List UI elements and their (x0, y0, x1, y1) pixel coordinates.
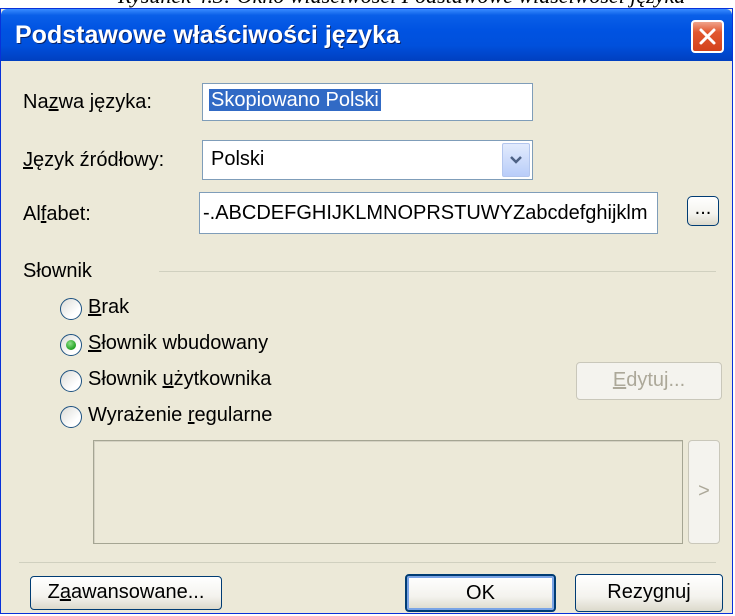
radio-none[interactable] (60, 298, 82, 320)
close-icon (699, 28, 716, 45)
edit-button[interactable]: Edytuj... (576, 362, 722, 400)
alphabet-browse-button[interactable]: ... (687, 196, 719, 226)
title-bar[interactable]: Podstawowe właściwości języka (1, 9, 732, 61)
radio-regular-expression[interactable] (60, 406, 82, 428)
radio-regular-expression-label[interactable]: Wyrażenie regularne (88, 404, 272, 427)
radio-selected-dot (66, 340, 76, 350)
language-name-value: Skopiowano Polski (209, 89, 381, 111)
radio-built-in-dictionary[interactable] (60, 334, 82, 356)
alphabet-input[interactable]: -.ABCDEFGHIJKLMNOPRSTUWYZabcdefghijklm (199, 192, 658, 234)
radio-built-in-dictionary-label[interactable]: Słownik wbudowany (88, 332, 268, 355)
language-name-input[interactable]: Skopiowano Polski (202, 83, 533, 121)
source-language-value: Polski (211, 148, 265, 170)
window-title: Podstawowe właściwości języka (15, 21, 400, 49)
alphabet-label: Alfabet: (23, 203, 91, 225)
dropdown-button[interactable] (502, 143, 530, 177)
insert-arrow-button[interactable]: > (688, 440, 720, 544)
close-button[interactable] (691, 20, 724, 53)
source-language-label: Język źródłowy: (23, 149, 165, 171)
radio-user-dictionary[interactable] (60, 370, 82, 392)
advanced-button[interactable]: Zaawansowane... (30, 576, 222, 610)
alphabet-value: -.ABCDEFGHIJKLMNOPRSTUWYZabcdefghijklm (203, 202, 648, 224)
dictionary-group-label: Słownik (23, 260, 92, 282)
chevron-down-icon (510, 156, 522, 164)
radio-user-dictionary-label[interactable]: Słownik użytkownika (88, 368, 271, 391)
regular-expression-textarea[interactable] (93, 440, 683, 544)
ok-button[interactable]: OK (405, 574, 556, 612)
dictionary-group-divider (159, 271, 716, 272)
radio-none-label[interactable]: Brak (88, 296, 129, 319)
dialog-window: Podstawowe właściwości języka Nazwa języ… (0, 8, 733, 614)
figure-caption-text: Rysunek 4.3: Okno właściwości Podstawowe… (118, 0, 685, 8)
source-language-select[interactable]: Polski (202, 140, 533, 180)
figure-caption: Rysunek 4.3: Okno właściwości Podstawowe… (0, 0, 735, 8)
language-name-label: Nazwa języka: (23, 91, 152, 113)
cancel-button[interactable]: Rezygnuj (575, 574, 723, 612)
bottom-divider (19, 562, 716, 563)
